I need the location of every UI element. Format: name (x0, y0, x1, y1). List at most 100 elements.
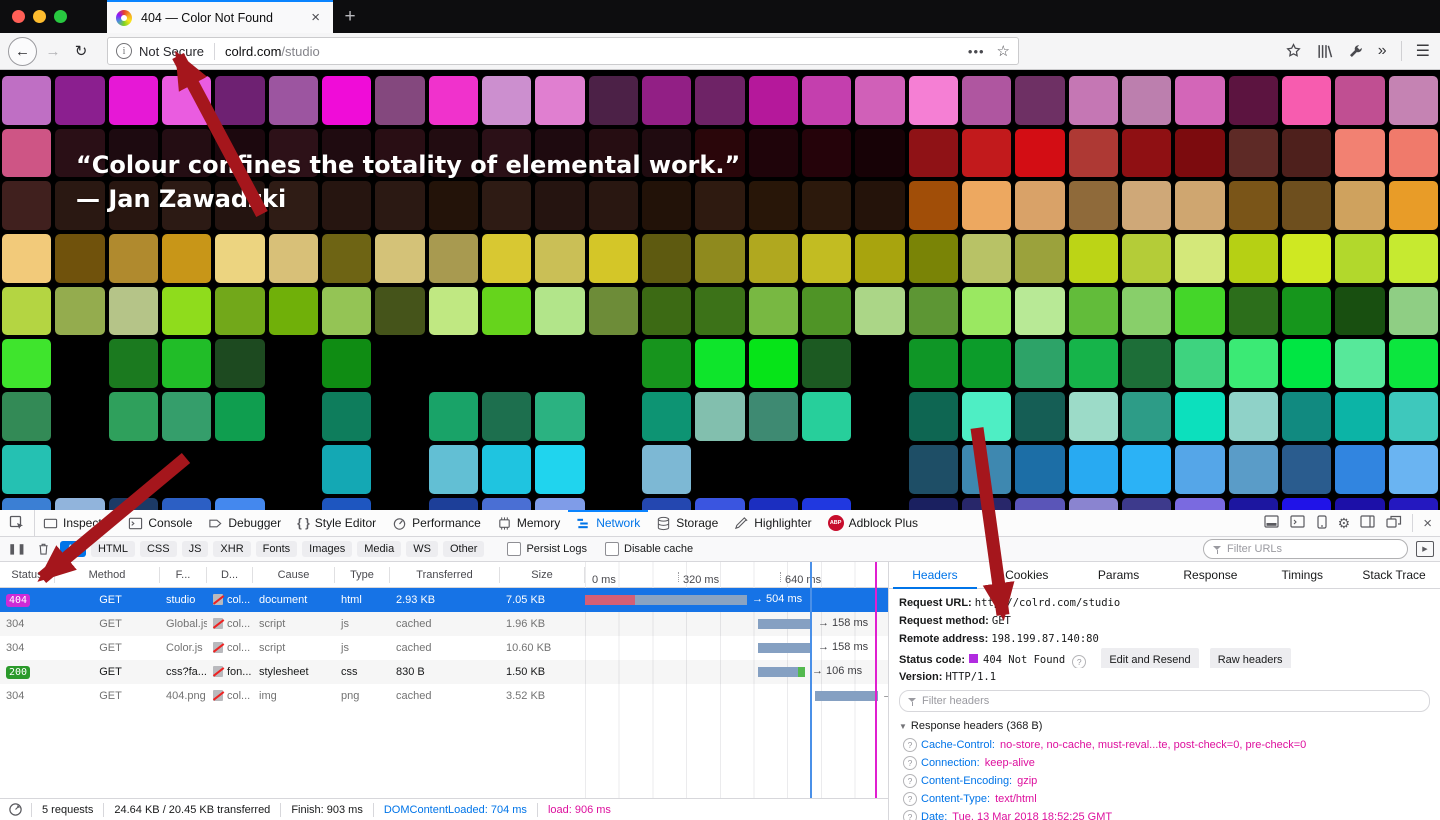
color-swatch[interactable] (162, 392, 211, 441)
color-swatch[interactable] (269, 234, 318, 283)
color-swatch[interactable] (55, 392, 104, 441)
filter-pill-all[interactable]: All (60, 541, 86, 557)
color-swatch[interactable] (535, 339, 584, 388)
column-waterfall[interactable]: 0 ms320 ms640 ms (585, 567, 888, 583)
header-help-icon[interactable]: ? (903, 738, 917, 752)
color-swatch[interactable] (162, 76, 211, 125)
color-swatch[interactable] (589, 287, 638, 336)
color-swatch[interactable] (1175, 339, 1224, 388)
color-swatch[interactable] (1282, 498, 1331, 511)
color-swatch[interactable] (215, 392, 264, 441)
tab-inspector[interactable]: Inspector (35, 510, 120, 536)
color-swatch[interactable] (1175, 181, 1224, 230)
header-help-icon[interactable]: ? (903, 792, 917, 806)
color-swatch[interactable] (482, 234, 531, 283)
header-help-icon[interactable]: ? (903, 774, 917, 788)
column-type[interactable]: Type (335, 567, 390, 583)
overflow-menu-icon[interactable]: » (1378, 42, 1387, 60)
color-swatch[interactable] (802, 129, 851, 178)
color-swatch[interactable] (802, 287, 851, 336)
color-swatch[interactable] (1282, 129, 1331, 178)
color-swatch[interactable] (1122, 234, 1171, 283)
response-header-row[interactable]: ?Content-Type:text/html (899, 790, 1430, 808)
responsive-design-icon[interactable] (1316, 515, 1328, 532)
color-swatch[interactable] (642, 498, 691, 511)
color-swatch[interactable] (215, 445, 264, 494)
response-header-row[interactable]: ?Content-Encoding:gzip (899, 772, 1430, 790)
color-swatch[interactable] (2, 339, 51, 388)
color-swatch[interactable] (269, 287, 318, 336)
color-swatch[interactable] (855, 392, 904, 441)
color-swatch[interactable] (1229, 498, 1278, 511)
color-swatch[interactable] (1122, 287, 1171, 336)
color-swatch[interactable] (1389, 445, 1438, 494)
color-swatch[interactable] (429, 498, 478, 511)
color-swatch[interactable] (1229, 76, 1278, 125)
details-tab-timings[interactable]: Timings (1256, 562, 1348, 588)
details-tab-stack-trace[interactable]: Stack Trace (1348, 562, 1440, 588)
color-swatch[interactable] (695, 234, 744, 283)
filter-pill-other[interactable]: Other (443, 541, 485, 557)
reload-button[interactable]: ↻ (69, 42, 93, 60)
color-swatch[interactable] (855, 76, 904, 125)
color-swatch[interactable] (962, 445, 1011, 494)
color-swatch[interactable] (962, 181, 1011, 230)
color-swatch[interactable] (962, 234, 1011, 283)
color-swatch[interactable] (1015, 234, 1064, 283)
color-swatch[interactable] (215, 339, 264, 388)
minimize-window-button[interactable] (33, 10, 46, 23)
color-swatch[interactable] (1069, 339, 1118, 388)
color-swatch[interactable] (589, 392, 638, 441)
color-swatch[interactable] (55, 76, 104, 125)
details-tab-cookies[interactable]: Cookies (981, 562, 1073, 588)
color-swatch[interactable] (855, 339, 904, 388)
color-swatch[interactable] (109, 76, 158, 125)
color-swatch[interactable] (535, 445, 584, 494)
color-swatch[interactable] (749, 76, 798, 125)
color-swatch[interactable] (749, 129, 798, 178)
color-swatch[interactable] (215, 287, 264, 336)
column-domain[interactable]: D... (207, 567, 253, 583)
color-swatch[interactable] (535, 234, 584, 283)
color-swatch[interactable] (695, 392, 744, 441)
color-swatch[interactable] (749, 445, 798, 494)
filter-pill-xhr[interactable]: XHR (213, 541, 250, 557)
hamburger-menu-icon[interactable]: ☰ (1416, 41, 1430, 61)
color-swatch[interactable] (749, 339, 798, 388)
color-swatch[interactable] (1335, 339, 1384, 388)
color-swatch[interactable] (535, 287, 584, 336)
color-swatch[interactable] (269, 498, 318, 511)
color-swatch[interactable] (1069, 181, 1118, 230)
color-swatch[interactable] (269, 392, 318, 441)
color-swatch[interactable] (1335, 445, 1384, 494)
color-swatch[interactable] (375, 234, 424, 283)
color-swatch[interactable] (1015, 339, 1064, 388)
color-swatch[interactable] (1335, 392, 1384, 441)
forward-button[interactable]: → (41, 43, 65, 60)
table-row[interactable]: 404GETstudiocol...documenthtml2.93 KB7.0… (0, 588, 888, 612)
color-swatch[interactable] (375, 76, 424, 125)
color-swatch[interactable] (1175, 445, 1224, 494)
color-swatch[interactable] (962, 392, 1011, 441)
zoom-window-button[interactable] (54, 10, 67, 23)
color-swatch[interactable] (1335, 234, 1384, 283)
color-swatch[interactable] (429, 445, 478, 494)
color-swatch[interactable] (855, 129, 904, 178)
color-swatch[interactable] (1069, 76, 1118, 125)
color-swatch[interactable] (1282, 339, 1331, 388)
color-swatch[interactable] (642, 445, 691, 494)
color-swatch[interactable] (55, 234, 104, 283)
color-swatch[interactable] (55, 339, 104, 388)
header-help-icon[interactable]: ? (903, 756, 917, 770)
color-swatch[interactable] (1389, 181, 1438, 230)
har-export-icon[interactable]: ▶ (1416, 541, 1434, 557)
color-swatch[interactable] (322, 339, 371, 388)
color-swatch[interactable] (109, 234, 158, 283)
color-swatch[interactable] (642, 287, 691, 336)
color-swatch[interactable] (589, 76, 638, 125)
tab-performance[interactable]: Performance (384, 510, 489, 536)
color-swatch[interactable] (269, 445, 318, 494)
details-tab-headers[interactable]: Headers (889, 562, 981, 588)
color-swatch[interactable] (642, 76, 691, 125)
color-swatch[interactable] (1335, 498, 1384, 511)
